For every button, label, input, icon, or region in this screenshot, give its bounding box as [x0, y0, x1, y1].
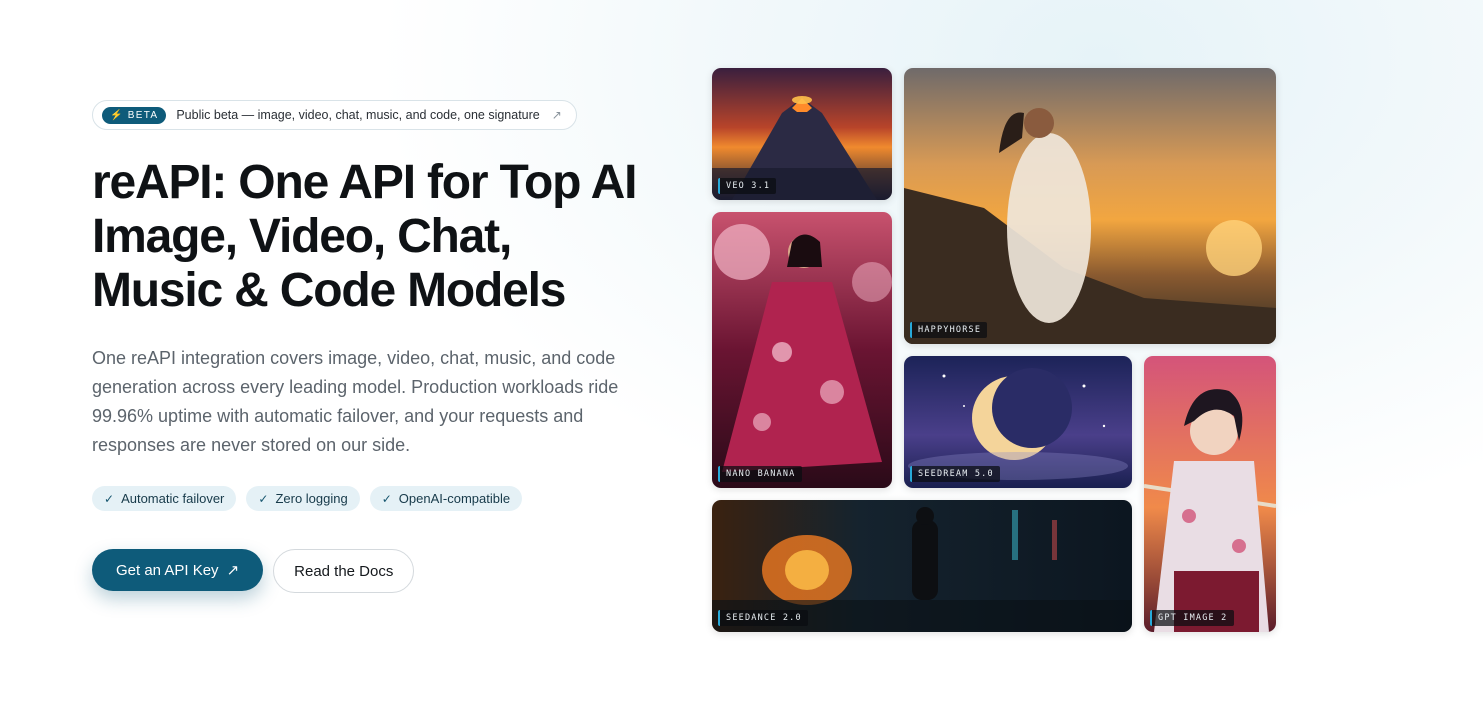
get-api-key-button[interactable]: Get an API Key ↗ — [92, 549, 264, 591]
hero-section: ⚡ BETA Public beta — image, video, chat,… — [92, 100, 652, 593]
gallery-tile-veo[interactable]: VEO 3.1 — [712, 68, 892, 200]
gallery-tile-seedance[interactable]: SEEDANCE 2.0 — [712, 500, 1132, 632]
gallery-tile-nano-banana[interactable]: NANO BANANA — [712, 212, 892, 488]
beta-announcement-pill[interactable]: ⚡ BETA Public beta — image, video, chat,… — [92, 100, 577, 130]
feature-chip-failover: ✓ Automatic failover — [92, 486, 237, 511]
gallery-tile-happyhorse[interactable]: HAPPYHORSE — [904, 68, 1276, 344]
page-title: reAPI: One API for Top AI Image, Video, … — [92, 156, 637, 317]
anime-swordswoman-image — [1144, 356, 1276, 632]
check-icon: ✓ — [104, 491, 115, 506]
check-icon: ✓ — [258, 491, 269, 506]
model-label: GPT IMAGE 2 — [1150, 610, 1234, 626]
feature-chip-openai-compatible: ✓ OpenAI-compatible — [369, 486, 523, 511]
check-icon: ✓ — [381, 491, 392, 506]
beta-badge: ⚡ BETA — [102, 106, 167, 124]
feature-chip-label: OpenAI-compatible — [398, 491, 511, 506]
cta-group: Get an API Key ↗ Read the Docs — [92, 549, 652, 593]
model-label: SEEDANCE 2.0 — [718, 610, 808, 626]
feature-chip-label: Automatic failover — [121, 491, 225, 506]
model-label: NANO BANANA — [718, 466, 802, 482]
model-label: HAPPYHORSE — [910, 322, 988, 338]
feature-chip-zero-logging: ✓ Zero logging — [246, 486, 360, 511]
get-api-key-label: Get an API Key — [116, 561, 219, 579]
feature-chips: ✓ Automatic failover ✓ Zero logging ✓ Op… — [92, 486, 652, 511]
bolt-icon: ⚡ — [110, 109, 124, 121]
gallery-tile-seedream[interactable]: SEEDREAM 5.0 — [904, 356, 1132, 488]
arrow-up-right-icon: ↗ — [551, 108, 562, 122]
sunset-woman-image — [904, 68, 1276, 344]
hero-description: One reAPI integration covers image, vide… — [92, 348, 619, 455]
read-docs-button[interactable]: Read the Docs — [273, 549, 415, 593]
feature-chip-label: Zero logging — [275, 491, 348, 506]
model-label: SEEDREAM 5.0 — [910, 466, 1000, 482]
arrow-up-right-icon: ↗ — [226, 562, 240, 579]
model-label: VEO 3.1 — [718, 178, 777, 194]
gallery-tile-gpt-image[interactable]: GPT IMAGE 2 — [1144, 356, 1276, 632]
beta-badge-label: BETA — [127, 109, 159, 121]
kimono-woman-image — [712, 212, 892, 488]
beta-announcement-text: Public beta — image, video, chat, music,… — [176, 108, 540, 122]
